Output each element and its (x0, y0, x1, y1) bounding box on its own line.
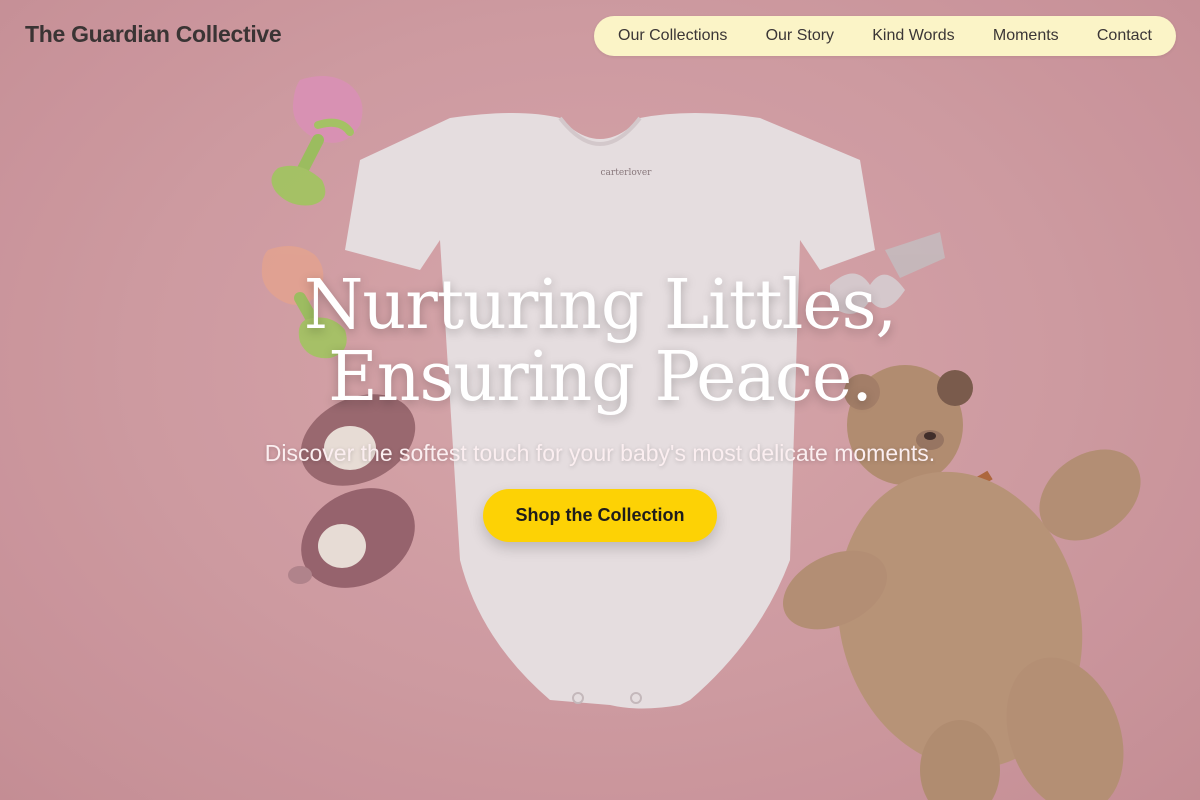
hero-headline-line-2: Ensuring Peace. (328, 338, 873, 417)
brand-logo[interactable]: The Guardian Collective (25, 21, 282, 48)
hero-headline: Nurturing Littles, Ensuring Peace. (0, 270, 1200, 414)
nav-link-kind-words[interactable]: Kind Words (872, 27, 954, 45)
hero-headline-line-1: Nurturing Littles, (303, 266, 897, 345)
shop-collection-button[interactable]: Shop the Collection (483, 489, 717, 542)
nav-link-our-collections[interactable]: Our Collections (618, 27, 727, 45)
nav-link-contact[interactable]: Contact (1097, 27, 1152, 45)
hero-subheadline: Discover the softest touch for your baby… (264, 440, 936, 466)
nav-link-moments[interactable]: Moments (993, 27, 1059, 45)
nav-link-our-story[interactable]: Our Story (766, 27, 834, 45)
main-nav: Our Collections Our Story Kind Words Mom… (594, 16, 1176, 56)
